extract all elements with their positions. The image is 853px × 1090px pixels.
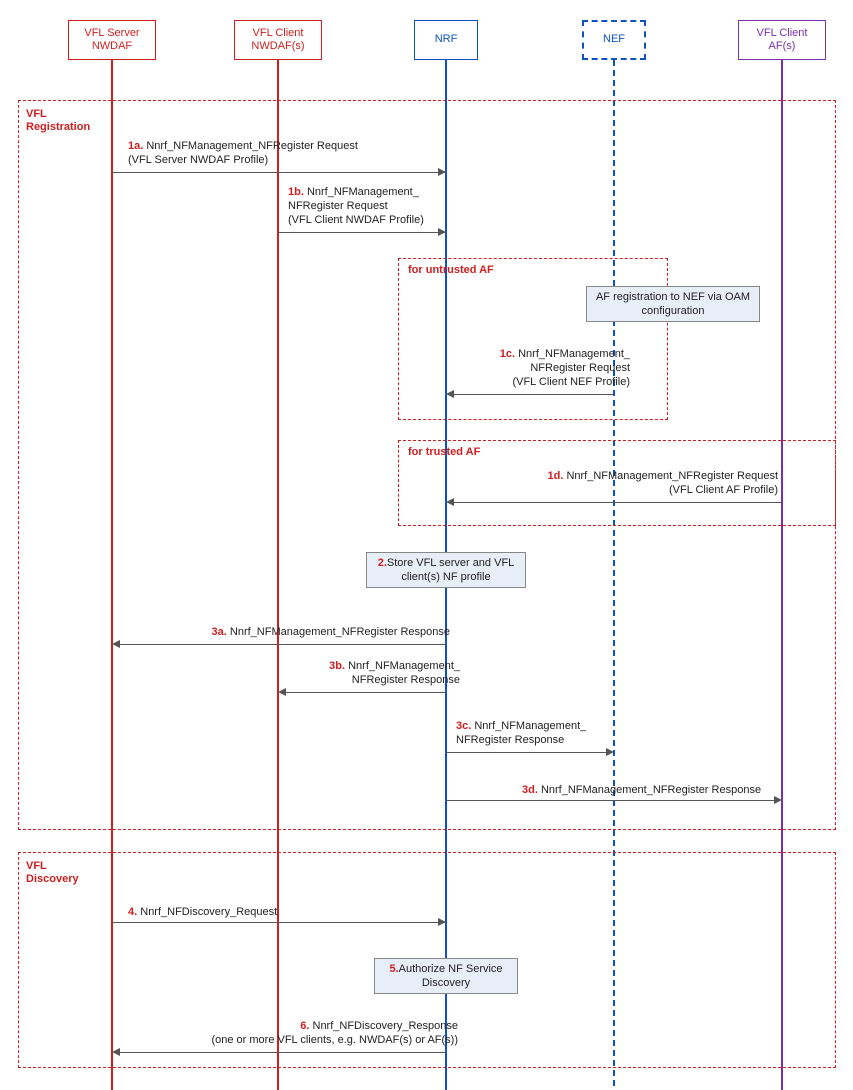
participant-vfl-client-af: VFL Client AF(s) [738, 20, 826, 60]
arrow-1a [112, 172, 446, 173]
msg-3a: 3a. Nnrf_NFManagement_NFRegister Respons… [190, 626, 450, 640]
msg-4: 4. Nnrf_NFDiscovery_Request [128, 906, 428, 920]
msg-1c: 1c. Nnrf_NFManagement_ NFRegister Reques… [460, 348, 630, 389]
phase-registration-label: VFL Registration [26, 108, 90, 134]
participant-nef: NEF [582, 20, 646, 60]
arrow-1d [454, 502, 782, 503]
arrow-head-3a [112, 640, 120, 648]
participant-vfl-client-nwdaf: VFL Client NWDAF(s) [234, 20, 322, 60]
participant-vfl-server: VFL Server NWDAF [68, 20, 156, 60]
note-af-registration: AF registration to NEF via OAM configura… [586, 286, 760, 322]
msg-6: 6. Nnrf_NFDiscovery_Response (one or mor… [178, 1020, 458, 1048]
arrow-1b [278, 232, 446, 233]
arrow-head-6 [112, 1048, 120, 1056]
msg-3b: 3b. Nnrf_NFManagement_ NFRegister Respon… [300, 660, 460, 688]
arrow-6 [120, 1052, 446, 1053]
arrow-3d [446, 800, 774, 801]
phase-discovery-label: VFL Discovery [26, 860, 79, 886]
arrow-head-3d [774, 796, 782, 804]
msg-3c: 3c. Nnrf_NFManagement_ NFRegister Respon… [456, 720, 616, 748]
arrow-1c [454, 394, 614, 395]
msg-1a: 1a. Nnrf_NFManagement_NFRegister Request… [128, 140, 428, 168]
participant-nrf: NRF [414, 20, 478, 60]
arrow-head-3c [606, 748, 614, 756]
arrow-3b [286, 692, 446, 693]
arrow-head-3b [278, 688, 286, 696]
arrow-4 [112, 922, 446, 923]
arrow-head-1b [438, 228, 446, 236]
arrow-head-1c [446, 390, 454, 398]
note-store-profile: 2.Store VFL server and VFL client(s) NF … [366, 552, 526, 588]
arrow-3a [120, 644, 446, 645]
arrow-head-4 [438, 918, 446, 926]
msg-1d: 1d. Nnrf_NFManagement_NFRegister Request… [528, 470, 778, 498]
msg-1b: 1b. Nnrf_NFManagement_ NFRegister Reques… [288, 186, 468, 227]
alt-trusted-label: for trusted AF [408, 446, 480, 458]
arrow-head-1a [438, 168, 446, 176]
alt-untrusted-label: for untrusted AF [408, 264, 494, 276]
msg-3d: 3d. Nnrf_NFManagement_NFRegister Respons… [522, 784, 782, 798]
alt-untrusted-box [398, 258, 668, 420]
note-authorize: 5.Authorize NF Service Discovery [374, 958, 518, 994]
arrow-head-1d [446, 498, 454, 506]
arrow-3c [446, 752, 606, 753]
